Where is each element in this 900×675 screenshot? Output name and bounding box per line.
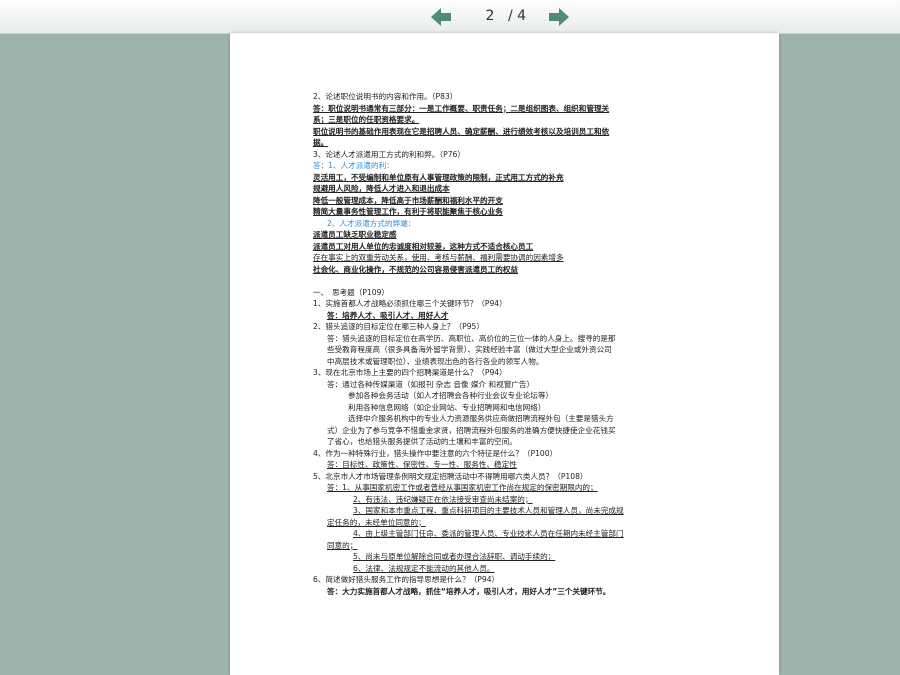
answer-line: 式）企业为了参与竞争不惜重金求贤，招聘流程外包服务的准确方便快捷使企业花钱买	[327, 425, 616, 435]
answer-line: 答：大力实施首都人才战略，抓住“培养人才，吸引人才，用好人才”三个关键环节。	[327, 586, 611, 596]
question-heading: 5、北京市人才市场管理条例明文规定招聘活动中不得聘用哪六类人员？（P108）	[313, 471, 588, 481]
question-heading: 2、猎头追逐的目标定位在哪三种人身上？（P95）	[313, 322, 484, 331]
answer-line: 答：通过各种传媒渠道（如报刊 杂志 音像 媒介 和视窗广告）	[327, 379, 535, 389]
answer-line: 灵活用工，不受编制和单位原有人事管理政策的限制，正式用工方式的补充	[313, 172, 564, 182]
arrow-right-icon[interactable]	[548, 7, 570, 27]
answer-line: 系；三是职位的任职资格要求。	[313, 115, 420, 124]
answer-line: 职位说明书的基础作用表现在它是招聘人员、确定薪酬、进行绩效考核以及培训员工和依	[313, 126, 610, 136]
answer-line: 社会化、商业化操作，不规范的公司容易侵害派遣员工的权益	[313, 264, 519, 274]
answer-line: 选择中介服务机构中的专业人力资源服务供应商做招聘流程外包（主要是猎头方	[348, 414, 614, 423]
question-heading: 3、现在北京市场上主要的四个招聘渠道是什么？（P94）	[313, 368, 507, 377]
answer-line: 2、有违法、违纪嫌疑正在依法接受审查尚未结案的；	[353, 494, 533, 504]
question-heading: 1、实施首都人才战略必须抓住哪三个关键环节？（P94）	[313, 299, 507, 308]
question-heading: 2、论述职位说明书的内容和作用。（P83）	[313, 92, 458, 101]
subheading: 答：1、人才派遣的利：	[313, 161, 394, 170]
answer-line: 规避用人风险，降低人才进入和退出成本	[313, 184, 450, 193]
question-heading: 3、论述人才派遣用工方式的利和弊。（P76）	[313, 149, 465, 159]
current-page-number[interactable]: 2	[478, 8, 502, 24]
answer-line: 降低一般管理成本，降低高于市场薪酬和福利水平的开支	[313, 195, 503, 205]
document-page: 2、论述职位说明书的内容和作用。（P83） 答：职位说明书通常有三部分：一是工作…	[230, 33, 779, 675]
document-content: 2、论述职位说明书的内容和作用。（P83） 答：职位说明书通常有三部分：一是工作…	[313, 91, 708, 597]
answer-line: 中高层技术或管理职位）、业绩表现出色的各行各业的领军人物。	[327, 356, 544, 366]
answer-line: 参加各种会务活动（如人才招聘会各种行业会议专业论坛等）	[348, 391, 554, 400]
answer-line: 定任务的，未经单位同意的；	[327, 517, 426, 527]
answer-line: 派遣员工缺乏职业稳定感	[313, 230, 397, 239]
question-heading: 4、作为一种特殊行业，猎头操作中要注意的六个特征是什么？（P100）	[313, 448, 558, 458]
answer-line: 同意的；	[327, 540, 358, 550]
answer-line: 答：目标性、政策性、保密性、专一性、服务性、稳定性	[327, 460, 517, 469]
total-pages: / 4	[508, 8, 527, 24]
arrow-left-icon[interactable]	[430, 7, 452, 27]
answer-line: 利用各种信息网络（如企业网站、专业招聘网和电信网络）	[348, 402, 546, 412]
answer-line: 精简大量事务性管理工作，有利于将职能聚焦于核心业务	[313, 207, 503, 216]
answer-line: 存在事实上的双重劳动关系，使用、考核与薪酬、福利需要协调的因素增多	[313, 253, 564, 262]
answer-line: 4、由上级主管部门任命、委派的管理人员、专业技术人员在任期内未经主管部门	[353, 529, 624, 538]
answer-line: 了省心，也给猎头服务提供了活动的土壤和丰富的空间。	[327, 437, 517, 446]
answer-line: 答：1、从事国家机密工作或者曾经从事国家机密工作尚在规定的保密期限内的；	[327, 483, 598, 492]
section-heading: 一、 思考题（P109）	[313, 287, 390, 297]
answer-line: 3、国家和本市重点工程、重点科研项目的主要技术人员和管理人员，尚未完成规	[353, 506, 624, 515]
answer-line: 6、法律、法规规定不能流动的其他人员。	[353, 563, 495, 573]
answer-line: 答：职位说明书通常有三部分：一是工作概要、职责任务；二是组织图表、组织和管理关	[313, 103, 610, 113]
answer-line: 答：猎头追逐的目标定位在高学历、高职位、高价位的三位一体的人身上。搜寻的是那	[327, 333, 616, 343]
answer-line: 据。	[313, 138, 329, 147]
answer-line: 5、尚未与原单位解除合同或者办理合法辞职、调动手续的；	[353, 552, 556, 561]
answer-line: 派遣员工对用人单位的忠诚度相对较差，这种方式不适合核心员工	[313, 241, 534, 251]
answer-line: 答：培养人才、吸引人才、用好人才	[327, 310, 449, 320]
subheading: 2、人才派遣方式的弊端：	[327, 218, 416, 228]
answer-line: 些受教育程度高（很多具备海外留学背景）、实践经验丰富（做过大型企业或外资公司	[327, 345, 612, 354]
viewer-toolbar: 2 / 4	[0, 0, 900, 34]
question-heading: 6、简述做好猎头服务工作的指导思想是什么？（P94）	[313, 575, 500, 584]
